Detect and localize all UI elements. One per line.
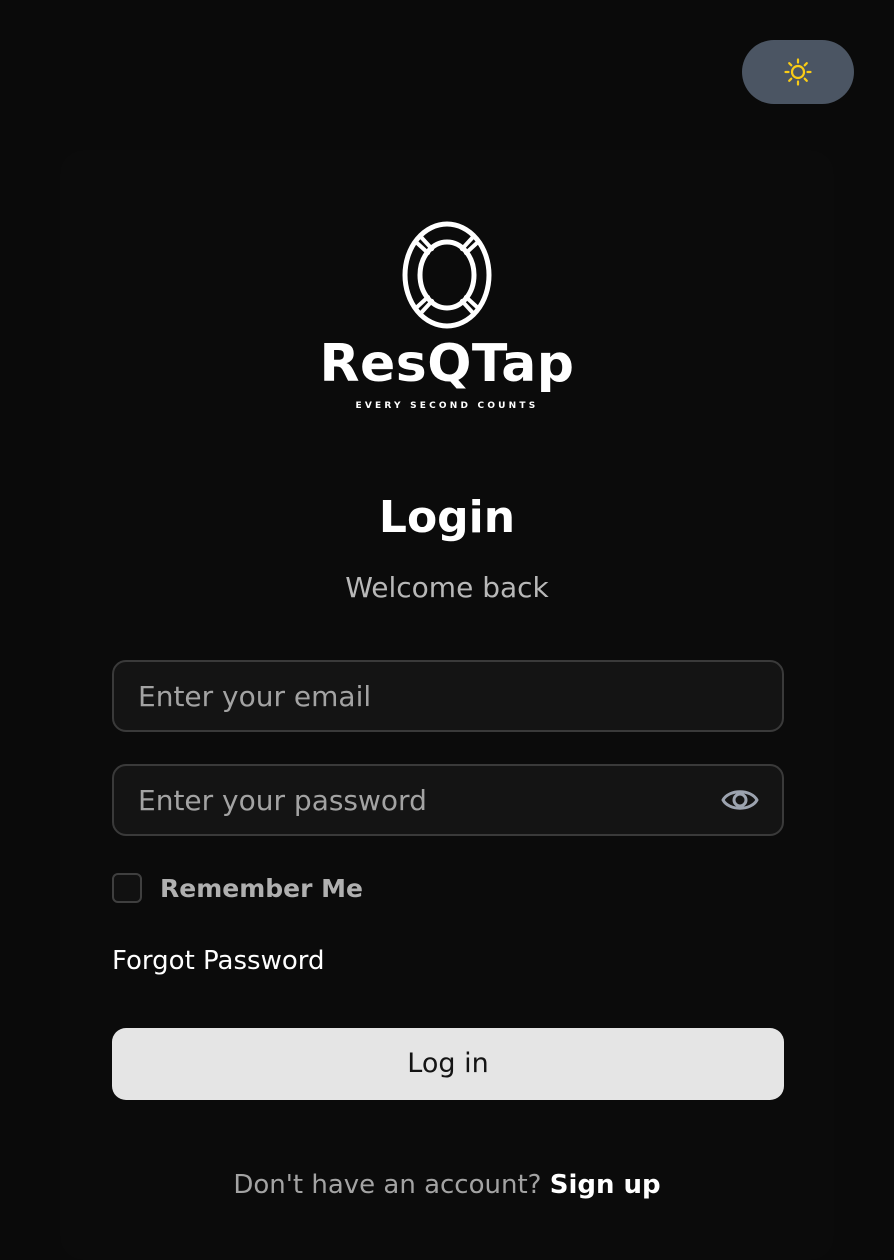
page-subtitle: Welcome back	[345, 571, 549, 604]
sun-icon	[784, 58, 812, 86]
signup-prompt: Don't have an account?	[233, 1170, 550, 1200]
brand-logo: ResQTap EVERY SECOND COUNTS	[0, 220, 894, 420]
page-title: Login	[378, 492, 516, 543]
remember-me-checkbox[interactable]	[112, 873, 142, 903]
eye-icon	[721, 790, 759, 810]
signup-row: Don't have an account? Sign up	[0, 1166, 894, 1204]
login-button[interactable]: Log in	[112, 1028, 784, 1100]
remember-me-label[interactable]: Remember Me	[160, 874, 363, 903]
login-page: ResQTap EVERY SECOND COUNTS Login Welcom…	[0, 0, 894, 1260]
brand-name: ResQTap	[319, 334, 575, 394]
remember-me-row: Remember Me	[112, 870, 363, 906]
signup-link[interactable]: Sign up	[550, 1170, 661, 1200]
brand-tagline: EVERY SECOND COUNTS	[355, 401, 539, 411]
password-input[interactable]	[138, 766, 698, 834]
email-field-container	[112, 660, 784, 732]
show-password-button[interactable]	[720, 782, 760, 818]
email-input[interactable]	[138, 662, 698, 730]
theme-toggle-button[interactable]	[742, 40, 854, 104]
forgot-password-link[interactable]: Forgot Password	[112, 942, 324, 980]
password-field-container	[112, 764, 784, 836]
lifebuoy-icon	[402, 221, 492, 329]
